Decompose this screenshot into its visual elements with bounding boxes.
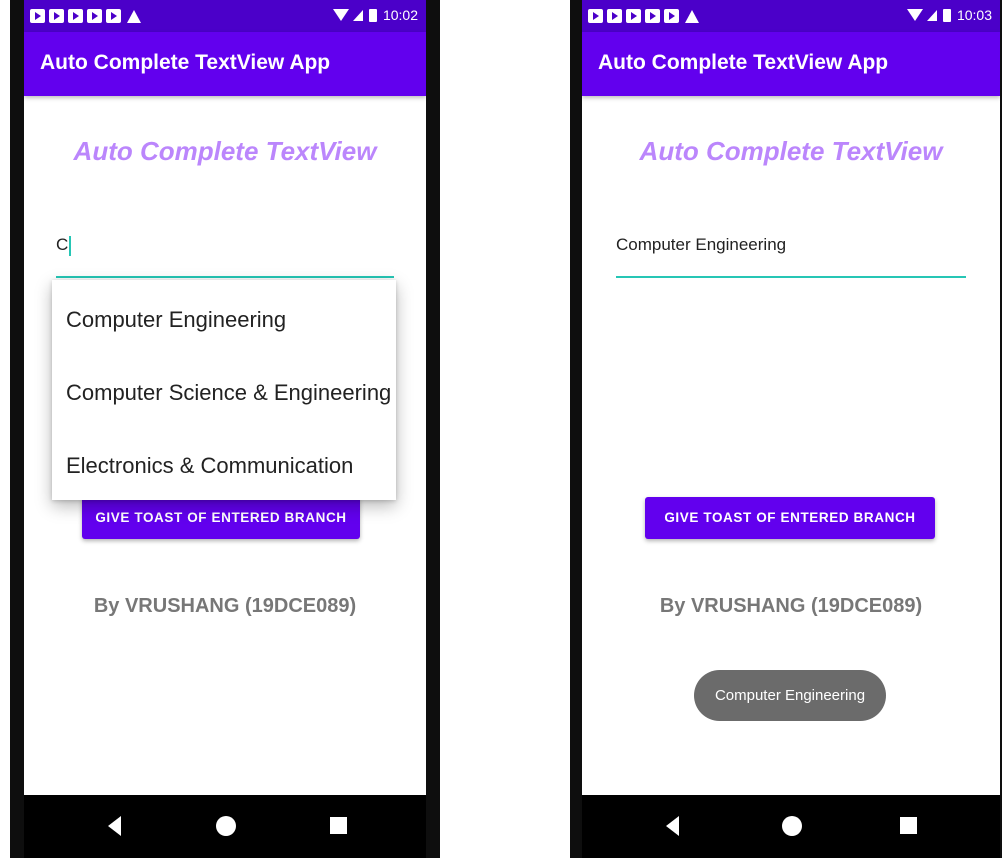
notification-icon [30,9,45,23]
suggestion-item[interactable]: Computer Science & Engineering [66,380,391,406]
back-icon[interactable] [666,816,679,836]
suggestion-dropdown: Computer Engineering Computer Science & … [52,280,396,500]
author-byline: By VRUSHANG (19DCE089) [93,595,357,617]
phone-bezel-right [426,0,440,858]
notification-icon [87,9,102,23]
input-value: C [56,235,69,254]
recents-icon[interactable] [900,817,917,834]
status-right: 10:02 [332,7,418,23]
phone-bezel-left [570,0,582,858]
app-title: Auto Complete TextView App [598,51,889,74]
branch-autocomplete-input[interactable]: C [56,230,394,278]
home-icon[interactable] [782,816,802,836]
battery-icon [368,8,377,22]
notification-icons [30,7,141,25]
notification-icon [645,9,660,23]
give-toast-button[interactable]: GIVE TOAST OF ENTERED BRANCH [82,497,360,539]
phone-bezel-left [10,0,24,858]
give-toast-button[interactable]: GIVE TOAST OF ENTERED BRANCH [645,497,935,539]
navigation-bar [24,795,426,858]
page-heading: Auto Complete TextView [73,136,377,166]
battery-icon [942,8,951,22]
wifi-icon [906,9,923,21]
input-underline [616,276,966,278]
status-time: 10:03 [956,7,992,23]
suggestion-item[interactable]: Electronics & Communication [66,453,353,479]
notification-icon [106,9,121,23]
recents-icon[interactable] [330,817,347,834]
phone-screen-left: 10:02 Auto Complete TextView App Auto Co… [10,0,440,858]
notification-icon [588,9,603,23]
branch-autocomplete-input[interactable]: Computer Engineering [616,230,966,278]
notification-icon [664,9,679,23]
text-cursor [69,235,72,256]
notification-icon [607,9,622,23]
app-bar: Auto Complete TextView App [24,32,426,96]
warning-icon [685,9,699,23]
status-time: 10:02 [382,7,418,23]
input-underline [56,276,394,278]
status-bar: 10:02 [24,0,426,32]
notification-icon [626,9,641,23]
notification-icon [49,9,64,23]
warning-icon [127,9,141,23]
app-bar: Auto Complete TextView App [582,32,1000,96]
phone-screen-right: 10:03 Auto Complete TextView App Auto Co… [570,0,1002,858]
home-icon[interactable] [216,816,236,836]
status-right: 10:03 [906,7,992,23]
app-title: Auto Complete TextView App [40,51,331,74]
notification-icon [68,9,83,23]
input-value-container: C [56,235,72,256]
author-byline: By VRUSHANG (19DCE089) [659,595,923,617]
back-icon[interactable] [108,816,121,836]
signal-icon [926,9,937,21]
wifi-icon [332,9,349,21]
status-bar: 10:03 [582,0,1000,32]
input-value: Computer Engineering [616,235,787,254]
navigation-bar [582,795,1000,858]
notification-icons [588,7,699,25]
screen: 10:03 Auto Complete TextView App Auto Co… [582,0,1000,858]
screen: 10:02 Auto Complete TextView App Auto Co… [24,0,426,858]
toast-message: Computer Engineering [694,670,886,721]
page-heading: Auto Complete TextView [639,136,943,166]
signal-icon [352,9,363,21]
suggestion-item[interactable]: Computer Engineering [66,307,286,333]
